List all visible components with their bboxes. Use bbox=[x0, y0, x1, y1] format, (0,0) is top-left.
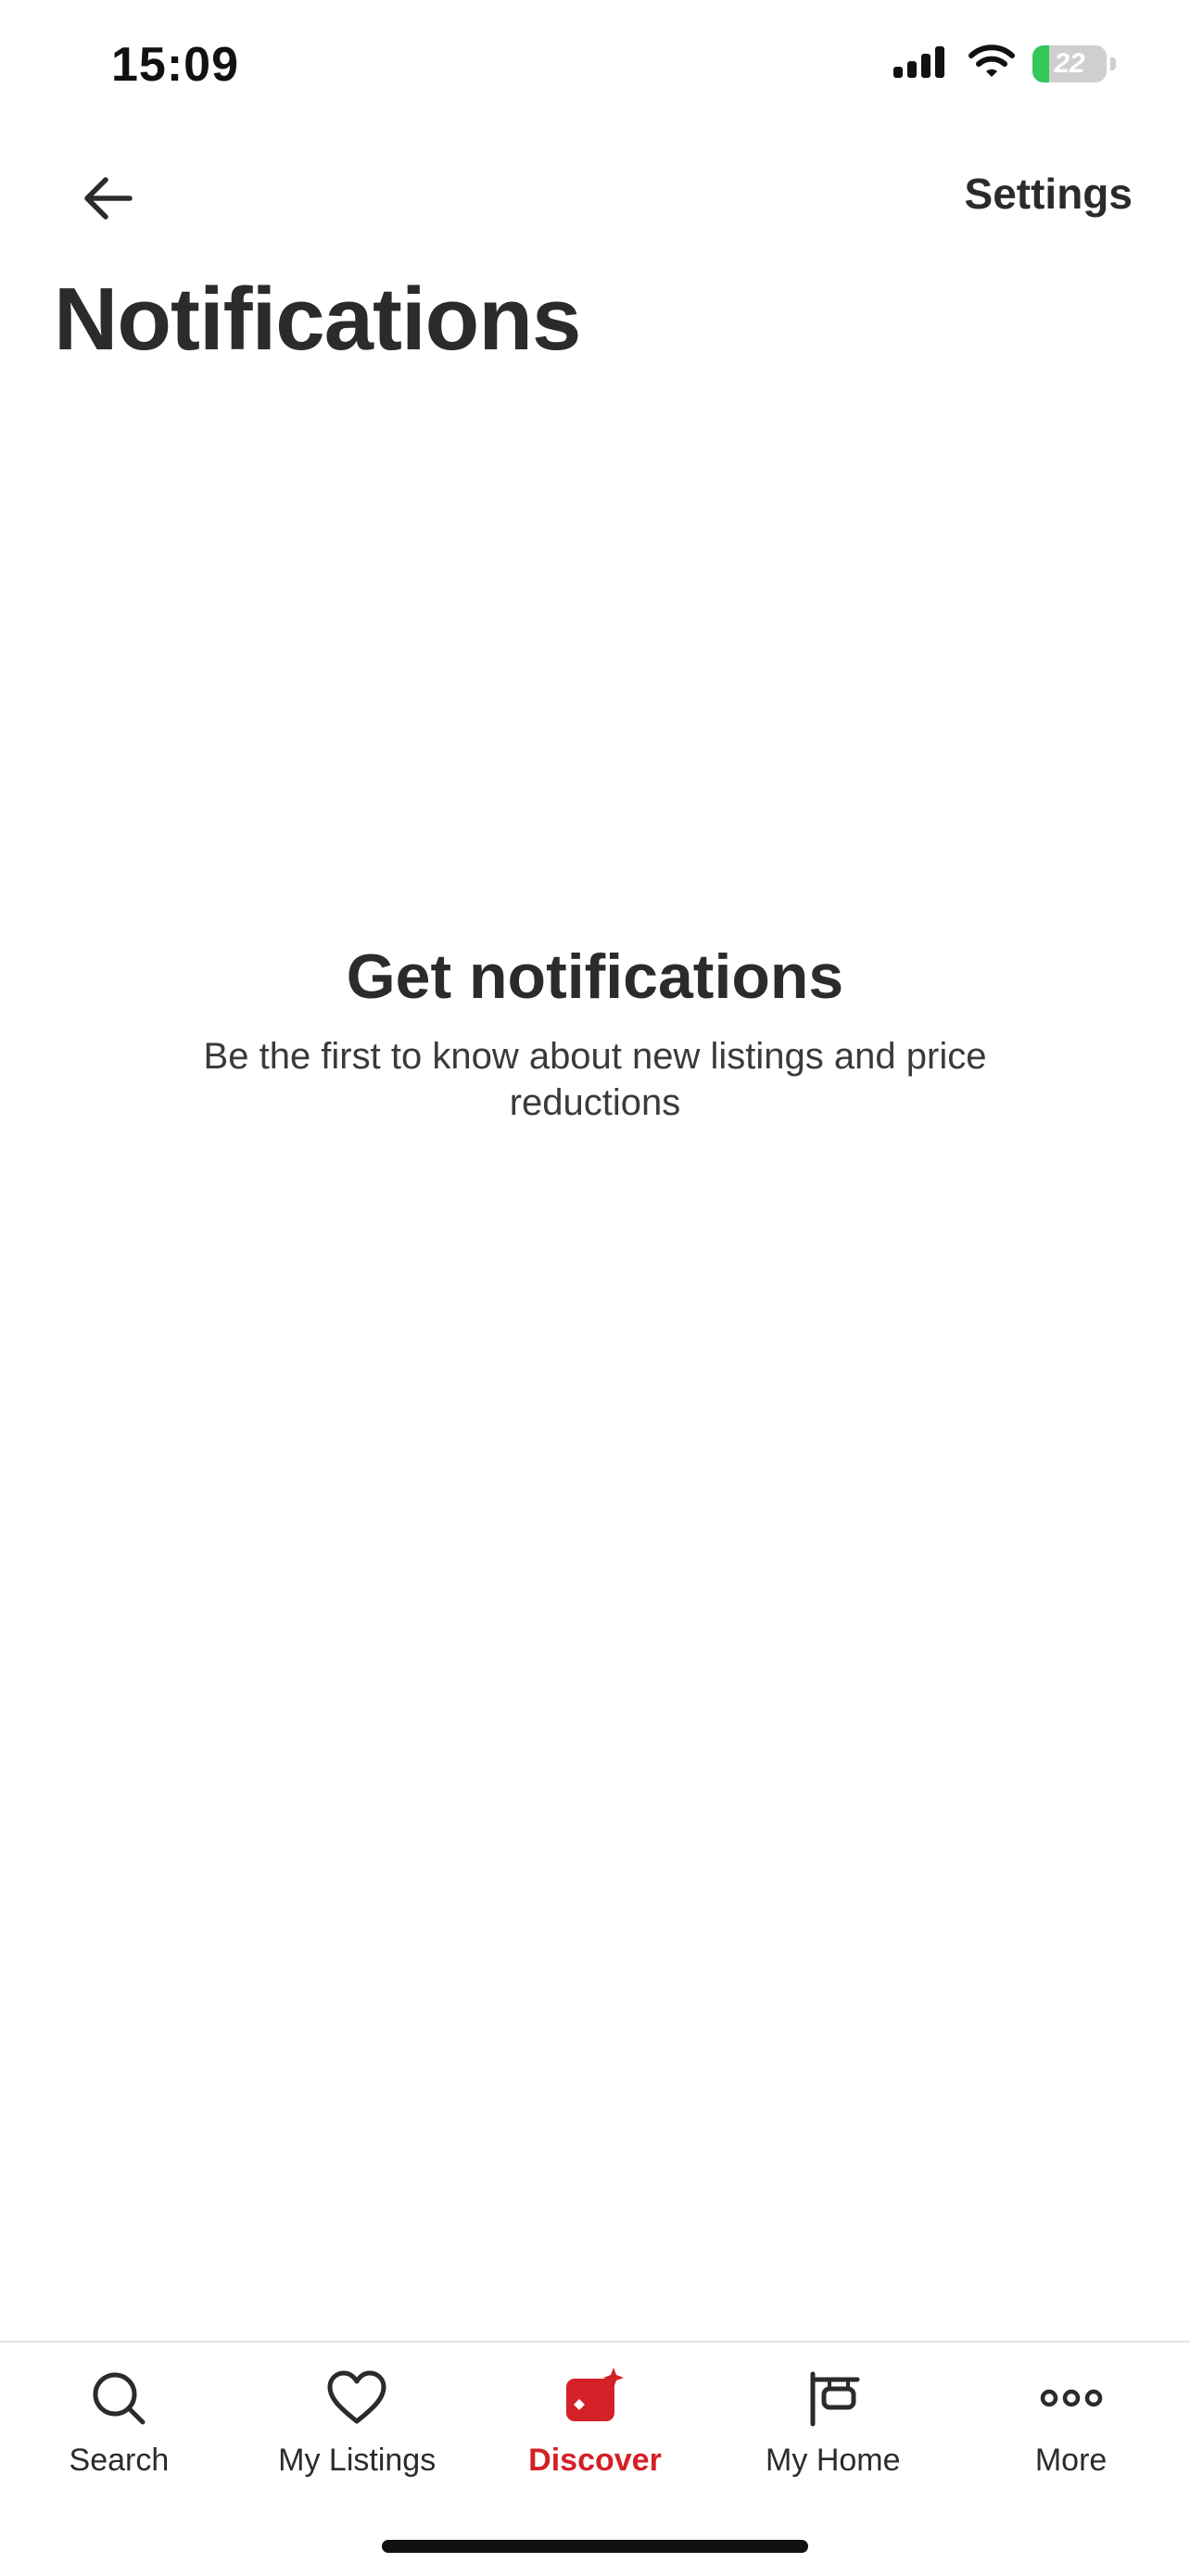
tab-my-home[interactable]: My Home bbox=[714, 2342, 952, 2491]
navigation-bar: Settings bbox=[0, 148, 1190, 241]
tab-my-listings[interactable]: My Listings bbox=[238, 2342, 476, 2491]
tab-label: Search bbox=[69, 2443, 170, 2478]
status-time: 15:09 bbox=[111, 38, 239, 92]
tab-label: My Home bbox=[766, 2443, 901, 2478]
status-bar: 15:09 22 bbox=[0, 0, 1190, 130]
empty-state: Get notifications Be the first to know a… bbox=[0, 941, 1190, 1126]
discover-icon bbox=[562, 2365, 628, 2431]
tab-search[interactable]: Search bbox=[0, 2342, 238, 2491]
tab-discover[interactable]: Discover bbox=[476, 2342, 715, 2491]
battery-indicator: 22 bbox=[1032, 44, 1107, 82]
home-indicator bbox=[382, 2540, 808, 2553]
back-button[interactable] bbox=[70, 163, 145, 237]
more-icon bbox=[1038, 2365, 1105, 2431]
tab-label: My Listings bbox=[278, 2443, 437, 2478]
settings-button[interactable]: Settings bbox=[965, 169, 1133, 219]
home-sign-icon bbox=[800, 2365, 867, 2431]
empty-state-description: Be the first to know about new listings … bbox=[203, 1036, 987, 1123]
wifi-icon bbox=[968, 43, 1016, 84]
empty-state-title: Get notifications bbox=[346, 941, 844, 1012]
tab-label: Discover bbox=[528, 2443, 662, 2478]
tab-more[interactable]: More bbox=[952, 2342, 1190, 2491]
cellular-signal-icon bbox=[892, 43, 951, 84]
battery-cap bbox=[1110, 57, 1116, 70]
page-title: Notifications bbox=[54, 270, 581, 369]
arrow-left-icon bbox=[82, 176, 133, 225]
status-icons: 22 bbox=[892, 43, 1116, 84]
tab-label: More bbox=[1034, 2443, 1108, 2478]
heart-icon bbox=[323, 2365, 390, 2431]
search-icon bbox=[85, 2365, 152, 2431]
battery-level: 22 bbox=[1054, 47, 1085, 79]
